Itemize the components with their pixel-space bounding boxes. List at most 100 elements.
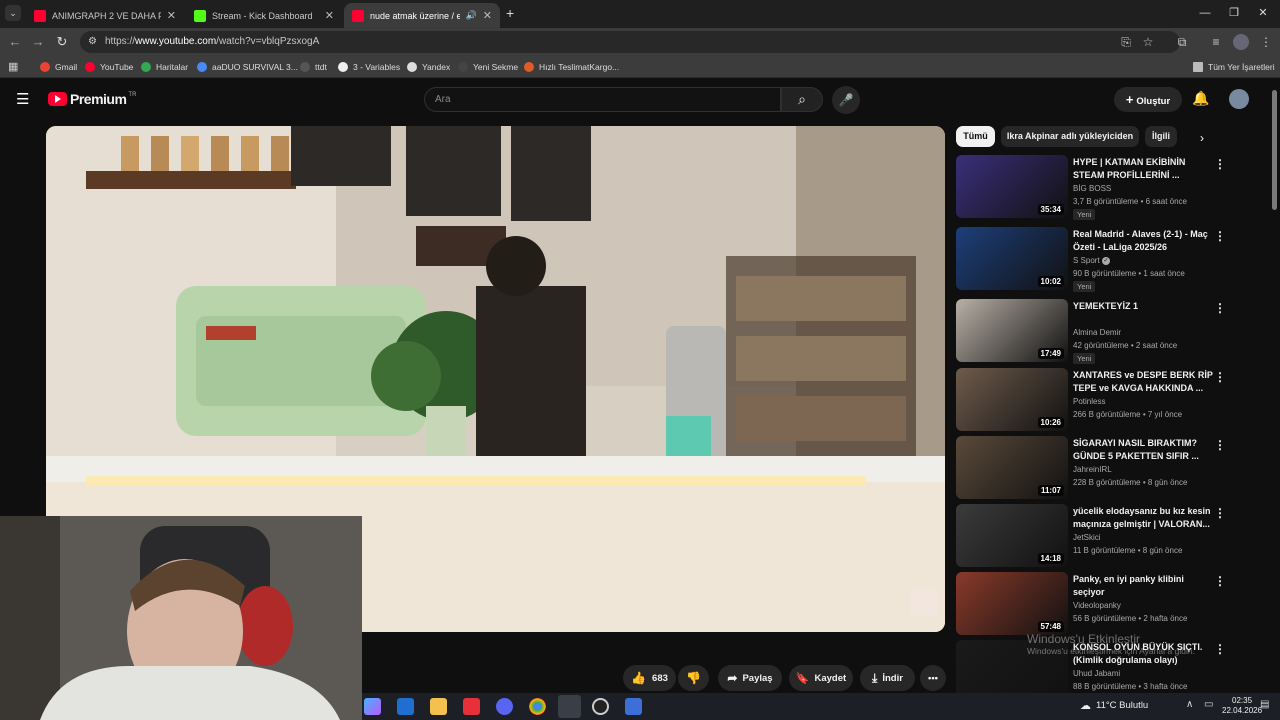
more-vertical-icon[interactable]: ⋮ xyxy=(1214,438,1226,452)
tray-chevron-icon[interactable]: ∧ xyxy=(1186,699,1193,710)
apps-icon[interactable]: ▦ xyxy=(8,60,18,73)
site-info-icon[interactable]: ⚙ xyxy=(88,31,97,53)
more-vertical-icon[interactable]: ⋮ xyxy=(1214,157,1226,171)
chip-uploader[interactable]: Ikra Akpinar adlı yükleyiciden xyxy=(1001,126,1139,147)
restore-button[interactable]: ❐ xyxy=(1219,4,1249,22)
bookmark-yandex[interactable]: Yandex xyxy=(407,60,450,74)
network-icon[interactable]: ▭ xyxy=(1204,699,1213,710)
bookmark-youtube[interactable]: YouTube xyxy=(85,60,133,74)
media-control-icon[interactable]: ≡ xyxy=(1208,34,1224,50)
clock[interactable]: 02:35 22.04.2026 xyxy=(1222,696,1262,716)
install-app-icon[interactable]: ⎘ xyxy=(1118,34,1134,50)
tab-nude-atmak[interactable]: nude atmak üzerine / ep1 🔊 ✕ xyxy=(344,3,500,28)
recommendation-item[interactable]: 57:48 Panky, en iyi panky klibini seçiyor… xyxy=(956,572,1226,636)
more-vertical-icon[interactable]: ⋮ xyxy=(1214,506,1226,520)
profile-avatar[interactable] xyxy=(1233,34,1249,50)
address-bar[interactable]: ⚙ https://www.youtube.com/watch?v=vblqPz… xyxy=(80,31,1180,53)
tab-kick-dashboard[interactable]: Stream - Kick Dashboard ✕ xyxy=(186,3,342,28)
search-input[interactable]: Ara xyxy=(424,87,781,112)
channel-name[interactable]: JahreinIRL xyxy=(1073,465,1112,474)
video-thumbnail[interactable]: 57:48 xyxy=(956,572,1068,635)
reload-button[interactable]: ↻ xyxy=(53,33,71,51)
video-thumbnail[interactable]: 14:18 xyxy=(956,504,1068,567)
bookmark-ttdt[interactable]: ttdt xyxy=(300,60,327,74)
channel-name[interactable]: S Sport ✓ xyxy=(1073,256,1110,265)
bookmark-gmail[interactable]: Gmail xyxy=(40,60,77,74)
video-title[interactable]: SİGARAYI NASIL BIRAKTIM? GÜNDE 5 PAKETTE… xyxy=(1073,437,1213,463)
bookmark-star-icon[interactable]: ☆ xyxy=(1140,34,1156,50)
wps-icon[interactable] xyxy=(463,698,480,715)
new-tab-button[interactable]: + xyxy=(506,5,514,21)
audio-icon[interactable]: 🔊 xyxy=(466,10,477,21)
channel-name[interactable]: Videolopanky xyxy=(1073,601,1121,610)
bookmark-aaduo[interactable]: aaDUO SURVIVAL 3... xyxy=(197,60,298,74)
chevron-right-icon[interactable]: › xyxy=(1200,131,1204,145)
video-title[interactable]: yücelik elodaysanız bu kız kesin maçınız… xyxy=(1073,505,1213,531)
video-title[interactable]: Real Madrid - Alaves (2-1) - Maç Özeti -… xyxy=(1073,228,1213,254)
youtube-logo[interactable]: Premium TR xyxy=(48,91,136,107)
bookmark-variables[interactable]: 3 - Variables xyxy=(338,60,400,74)
video-title[interactable]: Panky, en iyi panky klibini seçiyor xyxy=(1073,573,1213,599)
hamburger-menu-icon[interactable]: ☰ xyxy=(16,90,29,108)
close-icon[interactable]: ✕ xyxy=(483,9,492,22)
tab-animgraph[interactable]: ANIMGRAPH 2 VE DAHA FAZLA ✕ xyxy=(26,3,184,28)
more-vertical-icon[interactable]: ⋮ xyxy=(1214,370,1226,384)
video-title[interactable]: XANTARES ve DESPE BERK RİP TEPE ve KAVGA… xyxy=(1073,369,1213,395)
chip-all[interactable]: Tümü xyxy=(956,126,995,147)
channel-name[interactable]: Uhud Jabami xyxy=(1073,669,1120,678)
recommendation-item[interactable]: 35:34 HYPE | KATMAN EKİBİNİN STEAM PROFİL… xyxy=(956,155,1226,220)
app-icon[interactable] xyxy=(625,698,642,715)
chrome-active-icon[interactable] xyxy=(558,695,581,718)
copilot-icon[interactable] xyxy=(364,698,381,715)
recommendation-item[interactable]: 10:26 XANTARES ve DESPE BERK RİP TEPE ve … xyxy=(956,368,1226,432)
channel-name[interactable]: JetSkici xyxy=(1073,533,1101,542)
notification-center-icon[interactable]: ▤ xyxy=(1260,699,1269,710)
share-button[interactable]: ➦ Paylaş xyxy=(718,665,782,691)
recommendation-item[interactable]: 17:49 YEMEKTEYİZ 1 Almina Demir 42 görüntül… xyxy=(956,299,1226,364)
video-title[interactable]: YEMEKTEYİZ 1 xyxy=(1073,300,1213,326)
save-button[interactable]: 🔖 Kaydet xyxy=(789,665,853,691)
video-thumbnail[interactable]: 17:49 xyxy=(956,299,1068,362)
more-actions-button[interactable]: ••• xyxy=(920,665,946,691)
discord-icon[interactable] xyxy=(496,698,513,715)
file-explorer-icon[interactable] xyxy=(430,698,447,715)
video-thumbnail[interactable]: 10:02 xyxy=(956,227,1068,290)
download-button[interactable]: ⤓ İndir xyxy=(860,665,915,691)
bookmark-yeni-sekme[interactable]: Yeni Sekme xyxy=(458,60,518,74)
obs-icon[interactable] xyxy=(592,698,609,715)
all-bookmarks[interactable]: Tüm Yer İşaretleri xyxy=(1193,60,1275,74)
notifications-bell-icon[interactable]: 🔔 xyxy=(1192,90,1209,107)
menu-icon[interactable]: ⋮ xyxy=(1258,34,1274,50)
account-avatar[interactable] xyxy=(1229,89,1249,109)
like-button[interactable]: 👍 683 xyxy=(623,665,676,691)
recommendation-item[interactable]: 11:07 SİGARAYI NASIL BIRAKTIM? GÜNDE 5 PA… xyxy=(956,436,1226,500)
bookmark-haritalar[interactable]: Haritalar xyxy=(141,60,188,74)
forward-button[interactable]: → xyxy=(29,33,47,51)
chrome-icon[interactable] xyxy=(529,698,546,715)
video-title[interactable]: HYPE | KATMAN EKİBİNİN STEAM PROFİLLERİN… xyxy=(1073,156,1213,182)
video-thumbnail[interactable]: 35:34 xyxy=(956,155,1068,218)
back-button[interactable]: ← xyxy=(6,33,24,51)
channel-name[interactable]: Potinless xyxy=(1073,397,1105,406)
channel-name[interactable]: BİG BOSS xyxy=(1073,184,1111,193)
mail-icon[interactable] xyxy=(397,698,414,715)
recommendation-item[interactable]: 10:02 Real Madrid - Alaves (2-1) - Maç Öz… xyxy=(956,227,1226,292)
minimize-button[interactable]: — xyxy=(1190,4,1220,22)
close-icon[interactable]: ✕ xyxy=(167,9,176,22)
close-icon[interactable]: ✕ xyxy=(325,9,334,22)
search-icon[interactable]: ⌕ xyxy=(781,87,823,112)
create-button[interactable]: + Oluştur xyxy=(1114,87,1182,112)
chip-related[interactable]: İlgili xyxy=(1145,126,1177,147)
tab-search-button[interactable]: ⌄ xyxy=(5,5,21,21)
dislike-button[interactable]: 👎 xyxy=(678,665,709,691)
more-vertical-icon[interactable]: ⋮ xyxy=(1214,229,1226,243)
weather-widget[interactable]: ☁ 11°C Bulutlu xyxy=(1080,699,1148,712)
more-vertical-icon[interactable]: ⋮ xyxy=(1214,574,1226,588)
extensions-icon[interactable]: ⧉ xyxy=(1174,34,1190,50)
bookmark-hizli-teslimat[interactable]: Hızlı TeslimatKargo... xyxy=(524,60,619,74)
close-window-button[interactable]: ✕ xyxy=(1248,4,1278,22)
microphone-icon[interactable]: 🎤 xyxy=(832,86,860,114)
more-vertical-icon[interactable]: ⋮ xyxy=(1214,642,1226,656)
recommendation-item[interactable]: 14:18 yücelik elodaysanız bu kız kesin ma… xyxy=(956,504,1226,568)
video-thumbnail[interactable]: 10:26 xyxy=(956,368,1068,431)
